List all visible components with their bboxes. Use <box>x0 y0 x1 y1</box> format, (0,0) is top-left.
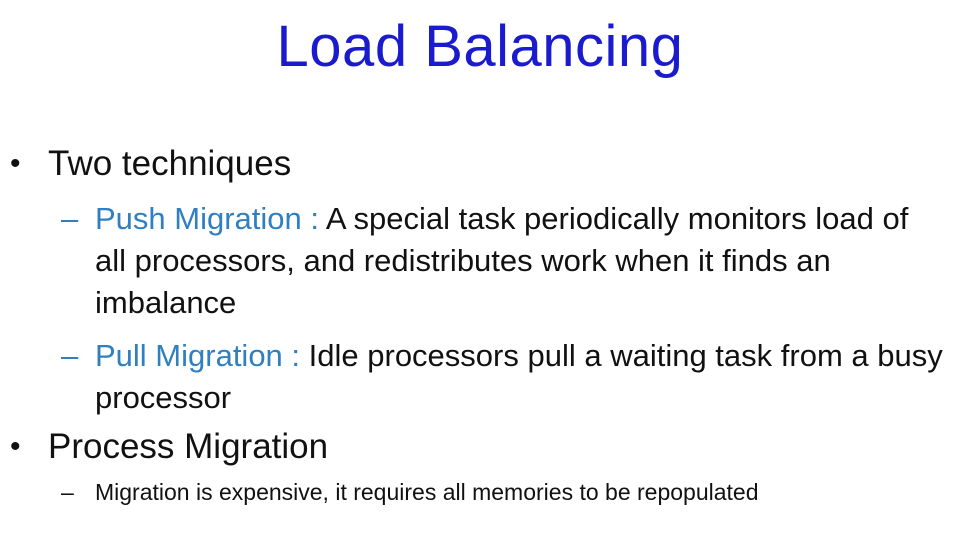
bullet-two-techniques: • Two techniques <box>10 143 292 185</box>
term-pull-migration: Pull Migration : <box>95 338 301 373</box>
bullet-text: Process Migration <box>48 427 329 466</box>
subitem-migration-expensive: – Migration is expensive, it requires al… <box>61 477 945 507</box>
slide: Load Balancing • Two techniques – Push M… <box>0 0 960 546</box>
dash-marker: – <box>61 479 74 505</box>
subitem-text: Migration is expensive, it requires all … <box>95 479 759 505</box>
bullet-text: Two techniques <box>48 144 292 183</box>
subitem-push-migration: – Push Migration : A special task period… <box>61 198 945 324</box>
term-push-migration: Push Migration : <box>95 201 319 236</box>
dash-marker: – <box>61 338 79 373</box>
bullet-marker: • <box>10 430 21 463</box>
bullet-marker: • <box>10 147 21 180</box>
dash-marker: – <box>61 201 79 236</box>
subitem-pull-migration: – Pull Migration : Idle processors pull … <box>61 335 945 419</box>
slide-title: Load Balancing <box>276 14 684 79</box>
bullet-process-migration: • Process Migration <box>10 426 329 468</box>
